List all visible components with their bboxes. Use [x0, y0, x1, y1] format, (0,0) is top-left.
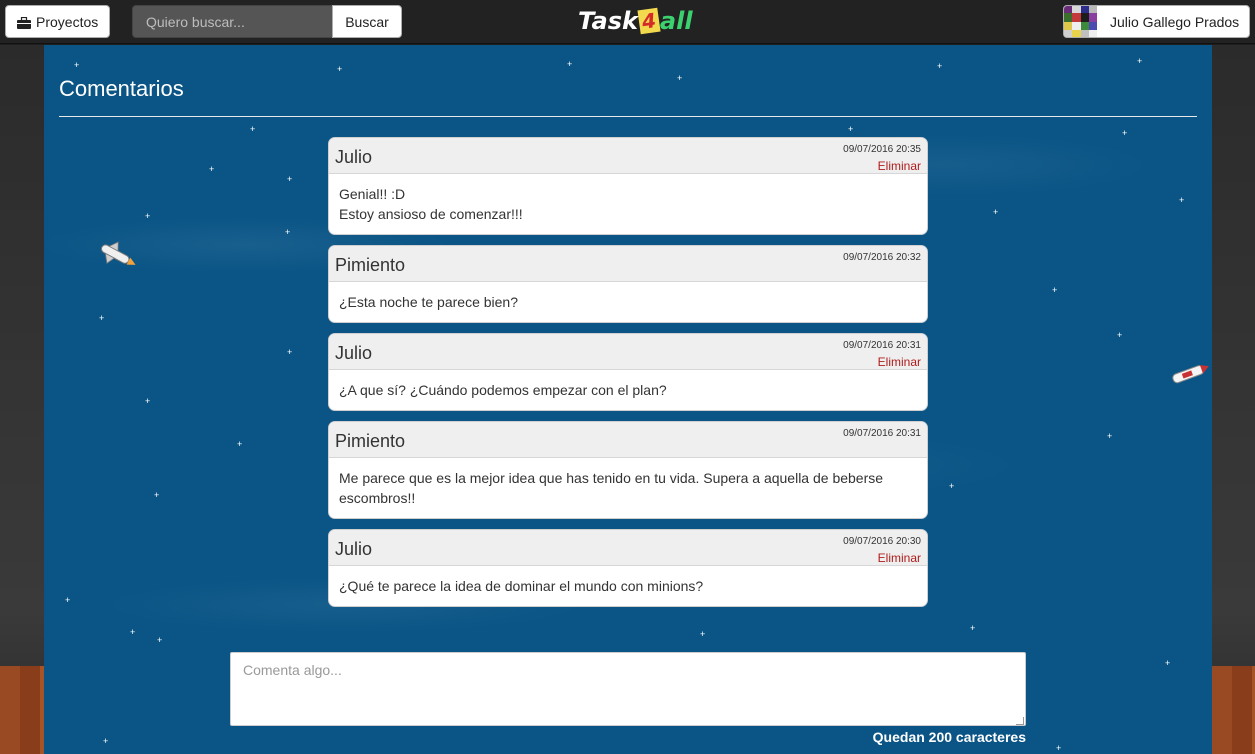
star-decoration: + — [700, 629, 706, 639]
comment-date: 09/07/2016 20:31 — [843, 340, 921, 351]
star-decoration: + — [993, 207, 999, 217]
search-input[interactable] — [132, 5, 333, 38]
star-decoration: + — [970, 623, 976, 633]
comment-text: ¿Qué te parece la idea de dominar el mun… — [339, 578, 704, 594]
star-decoration: + — [65, 595, 71, 605]
comment-author: Julio — [335, 147, 373, 167]
left-floor-background — [0, 666, 44, 754]
star-decoration: + — [1122, 128, 1128, 138]
comment-date: 09/07/2016 20:30 — [843, 536, 921, 547]
star-decoration: + — [237, 439, 243, 449]
app-logo[interactable]: Task 4 all — [578, 6, 693, 36]
star-decoration: + — [1107, 431, 1113, 441]
comment-header: Julio 09/07/2016 20:31 Eliminar — [329, 334, 927, 370]
star-decoration: + — [99, 313, 105, 323]
comment-author: Julio — [335, 343, 373, 363]
star-decoration: + — [157, 635, 163, 645]
comment-body: Me parece que es la mejor idea que has t… — [329, 458, 927, 518]
star-decoration: + — [1117, 330, 1123, 340]
star-decoration: + — [145, 396, 151, 406]
resize-handle[interactable] — [1016, 717, 1024, 725]
comment-author: Pimiento — [335, 431, 406, 451]
star-decoration: + — [154, 490, 160, 500]
comment-card: Julio 09/07/2016 20:35 Eliminar Genial!!… — [328, 137, 928, 235]
star-decoration: + — [1137, 56, 1143, 66]
delete-comment-link[interactable]: Eliminar — [878, 551, 921, 565]
comment-card: Julio 09/07/2016 20:31 Eliminar ¿A que s… — [328, 333, 928, 411]
comment-body: Genial!! :D Estoy ansioso de comenzar!!! — [329, 174, 927, 234]
comment-header: Julio 09/07/2016 20:35 Eliminar — [329, 138, 927, 174]
comment-author: Pimiento — [335, 255, 406, 275]
comment-header: Pimiento 09/07/2016 20:32 — [329, 246, 927, 282]
delete-comment-link[interactable]: Eliminar — [878, 159, 921, 173]
star-decoration: + — [145, 211, 151, 221]
star-decoration: + — [74, 60, 80, 70]
comment-card: Julio 09/07/2016 20:30 Eliminar ¿Qué te … — [328, 529, 928, 607]
comment-date: 09/07/2016 20:35 — [843, 144, 921, 155]
comments-panel: + + + + + + + + + + + + + + + + + + + + … — [44, 45, 1212, 754]
rocket-icon — [1172, 365, 1209, 384]
page-title: Comentarios — [59, 76, 184, 101]
logo-task: Task — [578, 7, 638, 35]
projects-label: Proyectos — [36, 13, 99, 30]
delete-comment-link[interactable]: Eliminar — [878, 355, 921, 369]
char-counter: Quedan 200 caracteres — [872, 729, 1026, 745]
comment-body: ¿Qué te parece la idea de dominar el mun… — [329, 566, 927, 606]
comment-body: ¿A que sí? ¿Cuándo podemos empezar con e… — [329, 370, 927, 410]
star-decoration: + — [287, 174, 293, 184]
comment-card: Pimiento 09/07/2016 20:32 ¿Esta noche te… — [328, 245, 928, 323]
star-decoration: + — [337, 64, 343, 74]
top-navbar: Proyectos Buscar Task4all Julio Gallego … — [0, 0, 1255, 44]
star-decoration: + — [209, 164, 215, 174]
star-decoration: + — [130, 627, 136, 637]
title-divider — [59, 116, 1197, 117]
comment-text: Genial!! :D — [339, 186, 406, 202]
star-decoration: + — [949, 481, 955, 491]
comment-text: Estoy ansioso de comenzar!!! — [339, 206, 523, 222]
comment-date: 09/07/2016 20:31 — [843, 428, 921, 439]
comment-header: Julio 09/07/2016 20:30 Eliminar — [329, 530, 927, 566]
comment-text: ¿Esta noche te parece bien? — [339, 294, 519, 310]
star-decoration: + — [250, 124, 256, 134]
rocket-icon — [101, 241, 136, 265]
star-decoration: + — [567, 59, 573, 69]
avatar — [1064, 6, 1097, 37]
comment-body: ¿Esta noche te parece bien? — [329, 282, 927, 322]
right-wall-background — [1212, 45, 1255, 754]
logo-four: 4 — [637, 7, 661, 35]
projects-button[interactable]: Proyectos — [5, 5, 110, 38]
search-button[interactable]: Buscar — [332, 5, 402, 38]
star-decoration: + — [285, 227, 291, 237]
comment-text: ¿A que sí? ¿Cuándo podemos empezar con e… — [339, 382, 667, 398]
star-decoration: + — [1056, 743, 1062, 753]
comment-card: Pimiento 09/07/2016 20:31 Me parece que … — [328, 421, 928, 519]
left-wall-background — [0, 45, 44, 754]
star-decoration: + — [1165, 658, 1171, 668]
star-decoration: + — [1179, 195, 1185, 205]
logo-all: all — [659, 7, 693, 35]
comment-text: Me parece que es la mejor idea que has t… — [339, 470, 884, 506]
comment-date: 09/07/2016 20:32 — [843, 252, 921, 263]
briefcase-icon — [17, 16, 31, 29]
user-menu-button[interactable]: Julio Gallego Prados — [1063, 5, 1250, 38]
star-decoration: + — [937, 61, 943, 71]
comment-author: Julio — [335, 539, 373, 559]
star-decoration: + — [287, 347, 293, 357]
comment-textarea[interactable] — [230, 652, 1026, 726]
star-decoration: + — [1052, 285, 1058, 295]
star-decoration: + — [103, 736, 109, 746]
star-decoration: + — [677, 73, 683, 83]
search-bar: Buscar — [132, 5, 402, 38]
user-name: Julio Gallego Prados — [1110, 13, 1240, 30]
right-floor-background — [1212, 666, 1255, 754]
star-decoration: + — [848, 124, 854, 134]
comment-header: Pimiento 09/07/2016 20:31 — [329, 422, 927, 458]
